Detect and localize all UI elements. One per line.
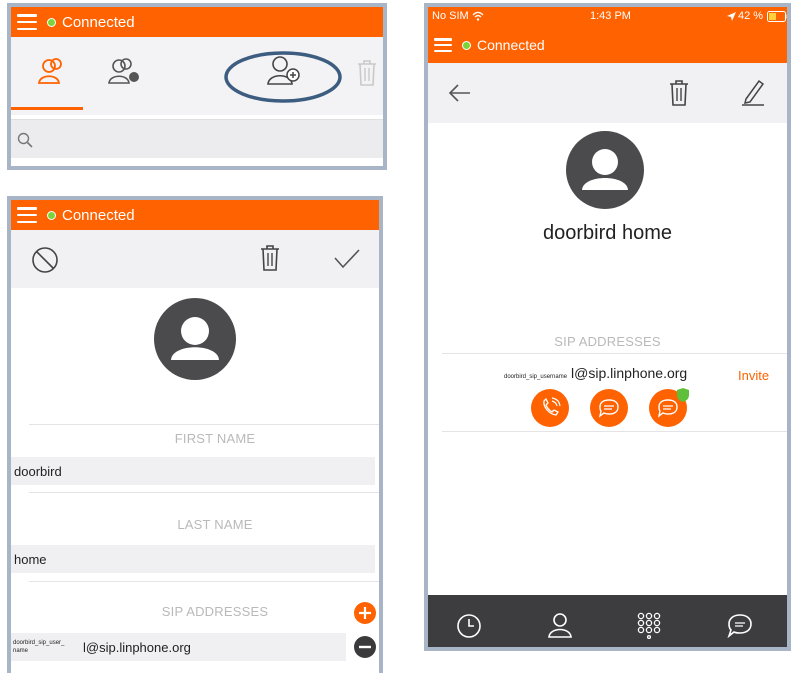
last-name-label: LAST NAME xyxy=(177,517,253,532)
search-field[interactable] xyxy=(11,119,383,158)
linphone-contacts-icon[interactable] xyxy=(106,55,142,87)
presence-dot xyxy=(47,17,56,27)
add-sip-button[interactable] xyxy=(354,602,376,624)
sip-user-hint: doorbird_sip_user_ name xyxy=(13,639,83,655)
edit-contact-panel: Connected FIRST NAME doorbird LAST NAME … xyxy=(7,196,383,673)
wifi-icon xyxy=(472,11,484,21)
security-shield-icon xyxy=(677,388,689,402)
status-bar: Connected xyxy=(11,7,383,37)
detail-toolbar xyxy=(428,63,787,123)
call-button[interactable] xyxy=(531,389,569,427)
sip-address: doorbird_sip_username l@sip.linphone.org xyxy=(504,365,687,381)
chat-icon xyxy=(598,399,619,418)
battery-label: 42 % xyxy=(738,10,764,22)
connection-status: Connected xyxy=(477,37,545,53)
contact-name: doorbird home xyxy=(543,222,672,244)
trash-icon[interactable] xyxy=(356,59,378,87)
divider xyxy=(442,353,787,354)
chat-tab-icon[interactable] xyxy=(726,612,754,638)
divider xyxy=(29,581,379,582)
sip-addresses-label: SIP ADDRESSES xyxy=(161,604,269,619)
sip-user-hint: doorbird_sip_username xyxy=(504,374,568,380)
minus-icon xyxy=(359,645,371,649)
avatar[interactable] xyxy=(154,298,236,380)
all-contacts-icon[interactable] xyxy=(36,55,68,87)
presence-dot xyxy=(47,210,56,220)
history-clock-icon[interactable] xyxy=(456,613,482,639)
menu-icon[interactable] xyxy=(17,207,37,223)
bottom-tab-bar xyxy=(428,595,787,647)
phone-icon xyxy=(543,397,561,416)
sip-addresses-label: SIP ADDRESSES xyxy=(554,334,661,349)
confirm-check-icon[interactable] xyxy=(333,248,361,270)
sip-user-hint-line2: name xyxy=(13,648,29,654)
avatar xyxy=(566,131,644,209)
back-arrow-icon[interactable] xyxy=(448,83,472,103)
connection-status: Connected xyxy=(62,206,135,224)
carrier-label: No SIM xyxy=(432,10,469,22)
contacts-tab-bar xyxy=(11,37,383,115)
presence-dot xyxy=(462,40,471,50)
cancel-icon[interactable] xyxy=(31,246,59,274)
location-icon xyxy=(727,12,736,21)
active-tab-indicator xyxy=(11,107,83,110)
clock-label: 1:43 PM xyxy=(590,10,631,22)
sip-user-hint-line1: doorbird_sip_user_ xyxy=(13,640,65,646)
contact-detail-panel: No SIM 1:43 PM 42 % Connected doorbird h… xyxy=(424,3,791,651)
avatar-silhouette-icon xyxy=(582,149,628,190)
plus-icon xyxy=(359,607,371,619)
dialpad-icon[interactable] xyxy=(636,611,662,639)
sip-address-field[interactable]: doorbird_sip_user_ name l@sip.linphone.o… xyxy=(11,633,346,661)
first-name-field[interactable]: doorbird xyxy=(11,457,375,485)
chat-button[interactable] xyxy=(590,389,628,427)
divider xyxy=(29,492,379,493)
avatar-silhouette-icon xyxy=(171,317,219,360)
menu-icon[interactable] xyxy=(17,14,37,30)
battery-icon xyxy=(767,11,787,22)
search-icon xyxy=(17,132,33,148)
invite-link[interactable]: Invite xyxy=(738,368,769,383)
divider xyxy=(29,424,379,425)
ios-status-bar: No SIM 1:43 PM 42 % xyxy=(428,7,787,27)
contacts-list-panel: Connected xyxy=(7,3,387,170)
status-bar: Connected xyxy=(11,200,379,230)
connection-status: Connected xyxy=(62,13,135,31)
first-name-label: FIRST NAME xyxy=(174,431,256,446)
trash-icon[interactable] xyxy=(668,79,690,107)
remove-sip-button[interactable] xyxy=(354,636,376,658)
edit-toolbar xyxy=(11,230,379,288)
trash-icon[interactable] xyxy=(259,244,281,272)
status-bar: Connected xyxy=(428,27,787,63)
contacts-icon[interactable] xyxy=(546,611,574,639)
menu-icon[interactable] xyxy=(434,38,452,52)
divider xyxy=(442,431,787,432)
sip-domain: l@sip.linphone.org xyxy=(83,639,191,655)
sip-domain: l@sip.linphone.org xyxy=(571,365,688,381)
last-name-field[interactable]: home xyxy=(11,545,375,573)
edit-pencil-icon[interactable] xyxy=(740,77,766,107)
highlight-ellipse xyxy=(224,51,342,103)
